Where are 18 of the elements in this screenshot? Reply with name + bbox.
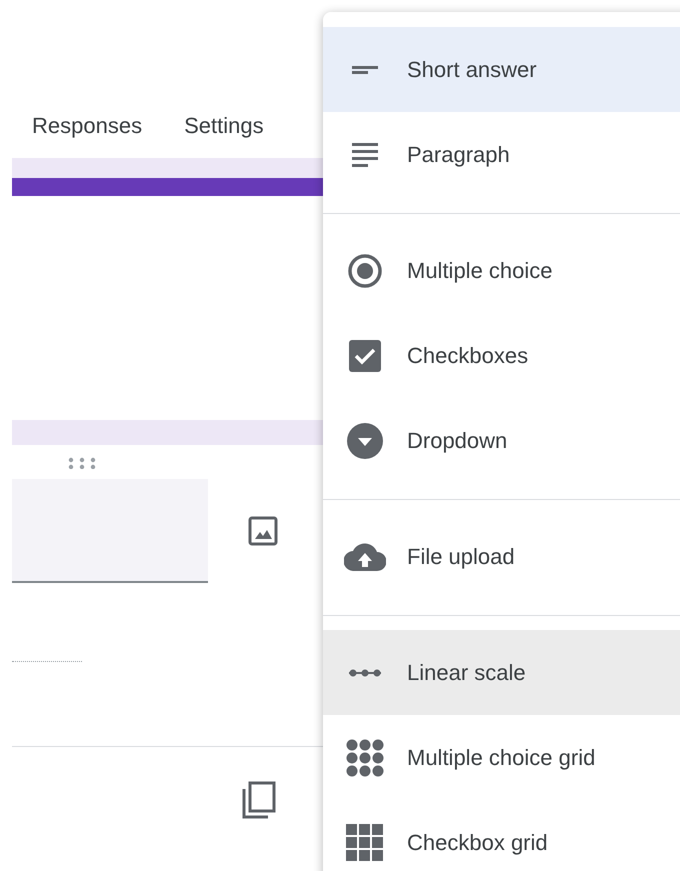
- dot-grid-icon: [346, 738, 384, 776]
- image-icon[interactable]: [248, 516, 278, 546]
- checkbox-icon: [349, 340, 381, 372]
- tab[interactable]: Settings: [184, 109, 264, 142]
- short-lines-icon: [352, 64, 378, 76]
- square-grid-icon: [346, 824, 384, 862]
- radio-button-icon: [347, 252, 383, 288]
- answer-placeholder-line: [12, 661, 82, 662]
- drag-handle-icon[interactable]: [68, 457, 96, 469]
- menu-item[interactable]: Short answer: [323, 27, 680, 112]
- tab[interactable]: Responses: [32, 109, 142, 142]
- linear-scale-icon: [349, 668, 381, 676]
- dropdown-icon: [347, 422, 383, 458]
- menu-item[interactable]: Linear scale: [323, 630, 680, 715]
- copy-icon[interactable]: [242, 781, 276, 819]
- cloud-upload-icon: [344, 542, 386, 570]
- question-input-field[interactable]: [12, 479, 208, 583]
- paragraph-lines-icon: [352, 142, 378, 166]
